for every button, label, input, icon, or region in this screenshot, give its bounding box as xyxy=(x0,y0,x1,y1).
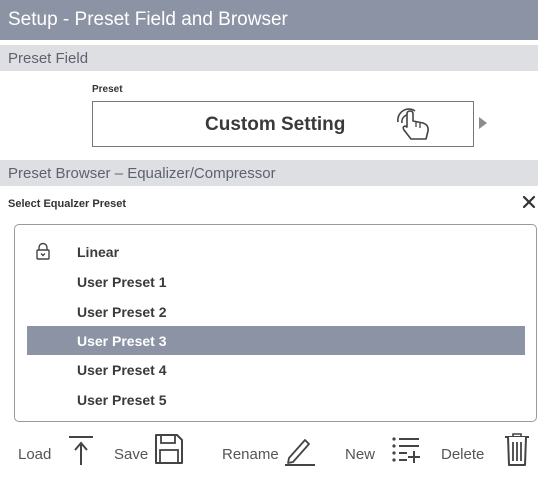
arrow-right-icon[interactable] xyxy=(478,116,488,130)
list-item-user-preset-3[interactable]: User Preset 3 xyxy=(27,326,525,355)
close-icon[interactable] xyxy=(522,194,536,210)
list-item-label: User Preset 4 xyxy=(77,361,167,378)
rename-button[interactable]: Rename xyxy=(222,446,279,463)
load-arrow-icon[interactable] xyxy=(66,433,96,467)
lock-icon xyxy=(36,242,50,260)
list-item-label: User Preset 2 xyxy=(77,303,167,320)
delete-trash-icon[interactable] xyxy=(504,433,530,467)
rename-pencil-icon[interactable] xyxy=(284,436,316,466)
load-button[interactable]: Load xyxy=(18,446,51,463)
list-item-label: User Preset 3 xyxy=(77,332,167,349)
preset-label: Preset xyxy=(92,84,123,95)
select-preset-label: Select Equalzer Preset xyxy=(8,198,127,210)
hand-pointer-icon xyxy=(397,108,429,140)
list-item-label: Linear xyxy=(77,243,120,260)
list-item-user-preset-4[interactable]: User Preset 4 xyxy=(27,355,525,384)
save-disk-icon[interactable] xyxy=(154,433,184,465)
list-item-user-preset-5[interactable]: User Preset 5 xyxy=(27,385,525,414)
preset-value: Custom Setting xyxy=(205,114,346,135)
window-title: Setup - Preset Field and Browser xyxy=(0,0,538,40)
preset-browser-section-header: Preset Browser – Equalizer/Compressor xyxy=(0,160,538,186)
new-button[interactable]: New xyxy=(345,446,375,463)
preset-list: Linear User Preset 1 User Preset 2 User … xyxy=(14,224,537,422)
save-button[interactable]: Save xyxy=(114,446,148,463)
list-item-linear[interactable]: Linear xyxy=(27,237,525,266)
preset-field[interactable]: Custom Setting xyxy=(92,101,474,147)
browser-toolbar: Load Save Rename New Delete xyxy=(0,432,538,472)
list-item-user-preset-1[interactable]: User Preset 1 xyxy=(27,267,525,296)
list-item-user-preset-2[interactable]: User Preset 2 xyxy=(27,297,525,326)
delete-button[interactable]: Delete xyxy=(441,446,484,463)
list-item-label: User Preset 5 xyxy=(77,391,167,408)
new-list-icon[interactable] xyxy=(391,435,421,465)
list-item-label: User Preset 1 xyxy=(77,273,167,290)
preset-field-section-header: Preset Field xyxy=(0,45,538,71)
